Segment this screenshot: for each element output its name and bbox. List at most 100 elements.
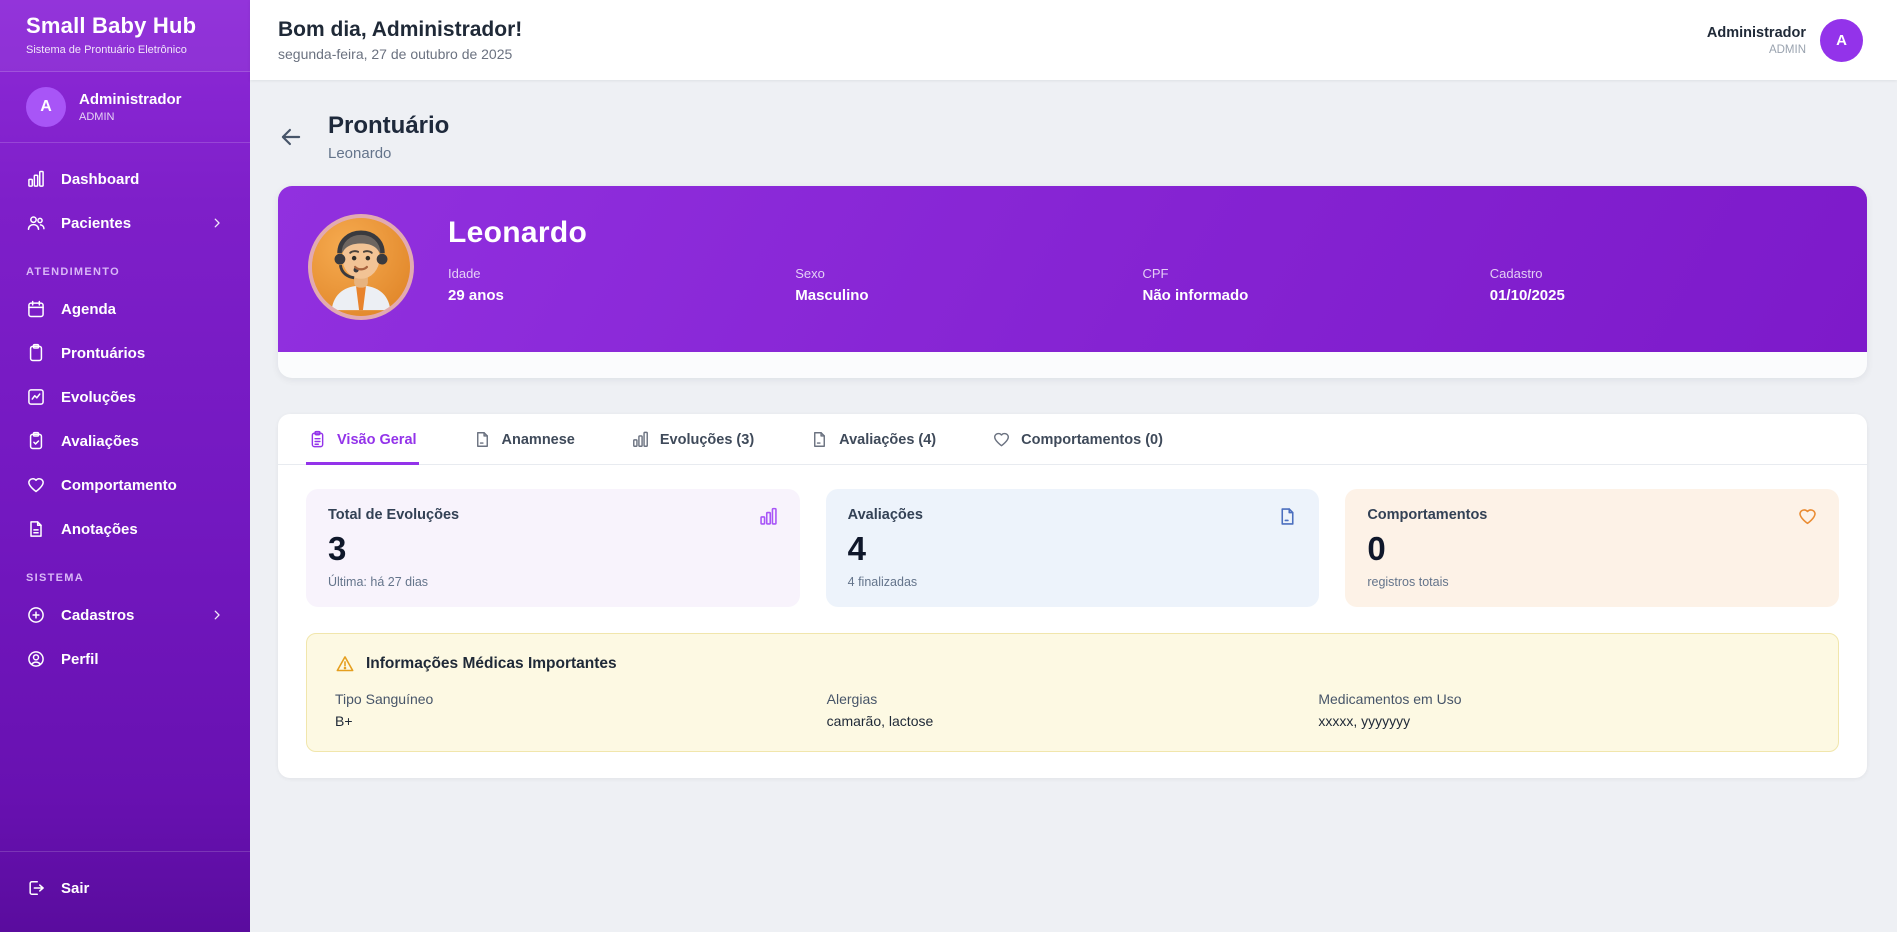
field-value: B+ <box>335 713 353 729</box>
stat-card-comportamentos: Comportamentos 0 registros totais <box>1345 489 1839 607</box>
sidebar-nav: Dashboard Pacientes ATENDIMENTO Agenda P… <box>0 143 250 851</box>
stat-card-avaliacoes: Avaliações 4 4 finalizadas <box>825 489 1320 607</box>
tab-visao-geral[interactable]: Visão Geral <box>306 414 419 465</box>
tab-evolucoes[interactable]: Evoluções (3) <box>629 414 756 465</box>
field-label: Alergias <box>826 691 878 707</box>
patient-card-footer <box>278 352 1867 378</box>
back-button[interactable] <box>278 124 304 150</box>
sidebar-item-prontuarios[interactable]: Prontuários <box>0 331 250 375</box>
tab-content-visao-geral: Total de Evoluções 3 Última: há 27 dias … <box>278 465 1867 778</box>
tab-comportamentos[interactable]: Comportamentos (0) <box>990 414 1165 465</box>
page-content: Prontuário Leonardo Leonardo Idade 29 an… <box>250 80 1897 932</box>
topbar-avatar[interactable]: A <box>1820 18 1863 62</box>
field-value: 01/10/2025 <box>1489 287 1565 304</box>
clipboard-list-icon <box>311 430 324 448</box>
greeting-block: Bom dia, Administrador! segunda-feira, 2… <box>278 18 522 62</box>
logout-icon <box>29 881 44 895</box>
file-icon <box>1277 506 1298 532</box>
user-circle-icon <box>28 651 44 667</box>
field-value: Masculino <box>795 287 869 304</box>
patient-field-cadastro: Cadastro 01/10/2025 <box>1490 266 1837 304</box>
medical-info-fields: Tipo Sanguíneo B+ Alergias camarão, lact… <box>335 691 1810 729</box>
patient-field-cpf: CPF Não informado <box>1143 266 1490 304</box>
medical-info-header: Informações Médicas Importantes <box>335 654 1810 674</box>
greeting-date: segunda-feira, 27 de outubro de 2025 <box>278 46 513 62</box>
sidebar-item-agenda[interactable]: Agenda <box>0 287 250 331</box>
sidebar-item-comportamento[interactable]: Comportamento <box>0 463 250 507</box>
stat-subtitle: registros totais <box>1367 575 1449 589</box>
patient-avatar <box>308 214 414 320</box>
record-tabs-card: Visão Geral Anamnese Evoluções (3) Avali… <box>278 414 1867 778</box>
heart-icon <box>994 432 1010 447</box>
note-icon <box>30 521 42 537</box>
medical-field-alergias: Alergias camarão, lactose <box>827 691 1319 729</box>
sidebar-user-avatar: A <box>26 87 66 127</box>
tab-avaliacoes[interactable]: Avaliações (4) <box>808 414 938 465</box>
file-icon <box>476 432 488 447</box>
bar-chart-icon <box>632 431 648 447</box>
tab-label: Visão Geral <box>337 431 417 448</box>
topbar: Bom dia, Administrador! segunda-feira, 2… <box>250 0 1897 80</box>
tab-label: Comportamentos (0) <box>1021 431 1163 448</box>
field-label: CPF <box>1142 266 1169 281</box>
calendar-icon <box>28 300 44 318</box>
sidebar-item-avaliacoes[interactable]: Avaliações <box>0 419 250 463</box>
sidebar-item-evolucoes[interactable]: Evoluções <box>0 375 250 419</box>
stat-value: 0 <box>1367 530 1386 567</box>
sidebar-user-role: ADMIN <box>79 111 115 123</box>
topbar-user: Administrador ADMIN A <box>1706 18 1863 62</box>
sidebar-section-sistema: SISTEMA <box>26 572 84 584</box>
sidebar-item-label: Cadastros <box>61 606 135 624</box>
main-area: Bom dia, Administrador! segunda-feira, 2… <box>250 0 1897 932</box>
tab-label: Evoluções (3) <box>659 431 755 448</box>
sidebar-item-cadastros[interactable]: Cadastros <box>0 593 250 637</box>
stats-row: Total de Evoluções 3 Última: há 27 dias … <box>306 489 1839 607</box>
stat-subtitle: Última: há 27 dias <box>328 575 429 589</box>
sidebar-item-label: Pacientes <box>61 214 132 232</box>
topbar-user-name: Administrador <box>1706 24 1806 41</box>
chevron-right-icon <box>214 610 220 620</box>
heart-icon <box>28 478 44 493</box>
users-icon <box>27 216 45 230</box>
sidebar: Small Baby Hub Sistema de Prontuário Ele… <box>0 0 250 932</box>
sidebar-item-label: Perfil <box>61 650 99 668</box>
medical-field-tipo-sanguineo: Tipo Sanguíneo B+ <box>335 691 827 729</box>
logout-label: Sair <box>61 879 90 897</box>
medical-field-medicamentos: Medicamentos em Uso xxxxx, yyyyyyy <box>1318 691 1810 729</box>
brand-subtitle: Sistema de Prontuário Eletrônico <box>26 44 187 56</box>
patient-field-sexo: Sexo Masculino <box>795 266 1142 304</box>
tab-bar: Visão Geral Anamnese Evoluções (3) Avali… <box>278 414 1867 465</box>
plus-circle-icon <box>28 607 44 623</box>
stat-title: Avaliações <box>847 507 923 523</box>
warning-icon <box>336 656 354 672</box>
stat-title: Comportamentos <box>1367 507 1488 523</box>
field-value: xxxxx, yyyyyyy <box>1318 713 1411 729</box>
sidebar-item-dashboard[interactable]: Dashboard <box>0 157 250 201</box>
sidebar-item-label: Avaliações <box>61 432 139 450</box>
sidebar-item-perfil[interactable]: Perfil <box>0 637 250 681</box>
sidebar-item-pacientes[interactable]: Pacientes <box>0 201 250 245</box>
sidebar-item-label: Anotações <box>61 520 138 538</box>
field-label: Cadastro <box>1489 266 1543 281</box>
patient-card: Leonardo Idade 29 anos Sexo Masculino CP… <box>278 186 1867 378</box>
page-head: Prontuário Leonardo <box>278 112 1867 162</box>
stat-subtitle: 4 finalizadas <box>847 575 918 589</box>
logout-button[interactable]: Sair <box>0 866 250 910</box>
patient-field-idade: Idade 29 anos <box>448 266 795 304</box>
stat-value: 3 <box>328 530 347 567</box>
patient-name: Leonardo <box>448 216 588 249</box>
stat-card-evolucoes: Total de Evoluções 3 Última: há 27 dias <box>306 489 800 607</box>
field-value: Não informado <box>1142 287 1249 304</box>
stat-value: 4 <box>847 530 867 567</box>
sidebar-item-label: Comportamento <box>61 476 177 494</box>
sidebar-item-label: Dashboard <box>61 170 140 188</box>
medical-info-title: Informações Médicas Importantes <box>366 655 617 672</box>
sidebar-item-label: Evoluções <box>61 388 137 406</box>
chevron-right-icon <box>214 218 220 228</box>
sidebar-item-label: Agenda <box>61 300 117 318</box>
sidebar-user-card[interactable]: A Administrador ADMIN <box>0 72 250 143</box>
tab-anamnese[interactable]: Anamnese <box>471 414 577 465</box>
patient-avatar-illustration <box>312 218 410 316</box>
clipboard-icon <box>29 343 43 362</box>
sidebar-item-anotacoes[interactable]: Anotações <box>0 507 250 551</box>
